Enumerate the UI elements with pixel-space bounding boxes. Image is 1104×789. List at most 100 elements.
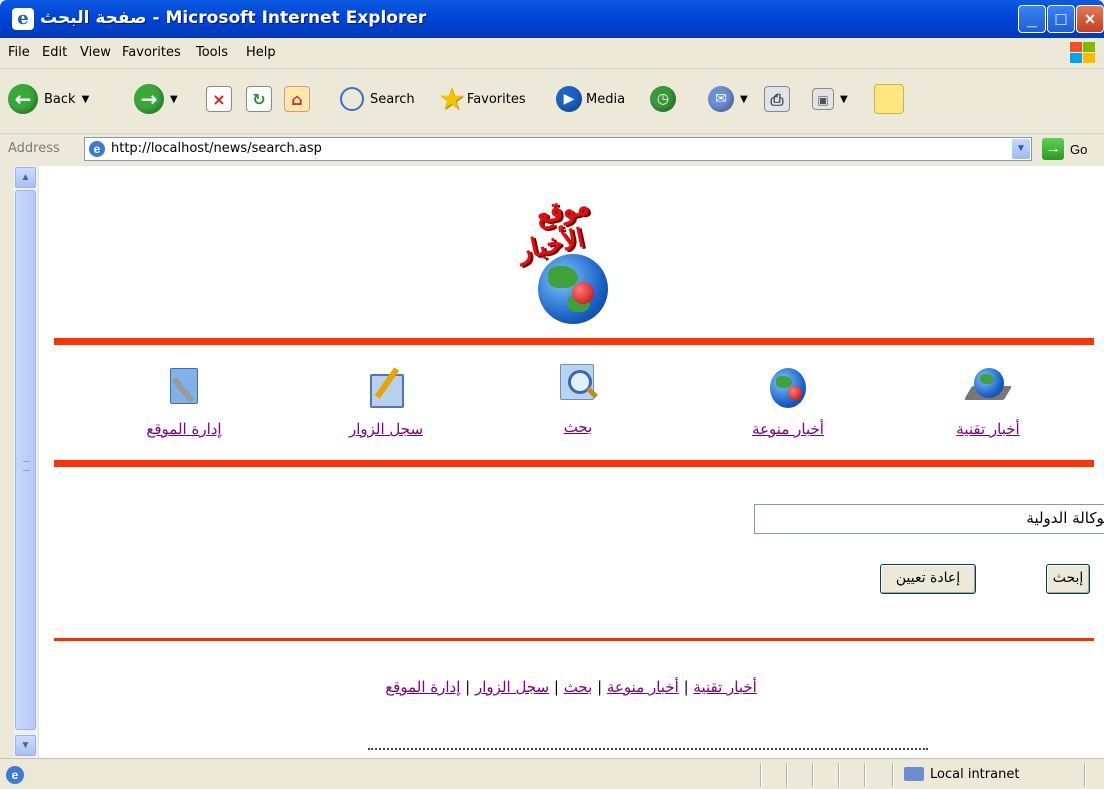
forward-arrow-icon: → [134, 84, 164, 114]
scroll-down-icon[interactable]: ▼ [15, 735, 36, 756]
forward-button[interactable]: → ▼ [134, 79, 178, 119]
vertical-scrollbar[interactable]: ▲ ▼ [14, 166, 39, 758]
windows-logo-icon [1068, 41, 1098, 65]
address-input[interactable]: e http://localhost/news/search.asp ▼ [84, 137, 1032, 161]
nav-search[interactable]: بحث [508, 364, 648, 436]
footer-separator: | [465, 678, 471, 696]
back-dropdown-icon[interactable]: ▼ [82, 94, 90, 105]
nav-tech-news-link[interactable]: أخبار تقنية [918, 420, 1058, 438]
media-icon: ▶ [556, 86, 582, 112]
forward-dropdown-icon[interactable]: ▼ [170, 94, 178, 105]
favorites-label: Favorites [466, 91, 526, 107]
refresh-button[interactable]: ↻ [246, 79, 272, 119]
standard-toolbar: ← Back ▼ → ▼ × ↻ ⌂ Search ★ Favorites ▶ … [0, 69, 1104, 134]
maximize-button[interactable]: □ [1047, 5, 1075, 33]
home-button[interactable]: ⌂ [284, 79, 310, 119]
footer-nav: أخبار تقنية | أخبار منوعة | بحث | سجل ال… [38, 678, 1104, 696]
go-arrow-icon[interactable]: → [1042, 138, 1064, 160]
logo-text-line1: موقع [533, 190, 593, 232]
nav-misc-news-link[interactable]: أخبار منوعة [718, 420, 858, 438]
tech-globe-icon [963, 366, 1013, 410]
nav-misc-news[interactable]: أخبار منوعة [718, 366, 858, 438]
misc-globe-icon [766, 366, 810, 410]
stop-icon: × [206, 86, 232, 112]
back-arrow-icon: ← [8, 84, 38, 114]
nav-tech-news[interactable]: أخبار تقنية [918, 366, 1058, 438]
page-status-icon: e [6, 766, 24, 784]
web-page: موقع الأخبار أخبار تقنية أخبار منوعة بحث… [38, 166, 1104, 758]
header-divider [54, 338, 1094, 345]
scroll-up-icon[interactable]: ▲ [15, 167, 36, 188]
search-icon [340, 87, 364, 111]
print-icon: ⎙ [764, 86, 790, 112]
media-label: Media [586, 91, 626, 107]
favorites-button[interactable]: ★ Favorites [438, 79, 526, 119]
search-input[interactable]: الوكالة الدولية [754, 504, 1104, 534]
footer-text-cut-off [368, 744, 928, 752]
browser-window: e صفحة البحث - Microsoft Internet Explor… [0, 0, 1104, 789]
edit-dropdown-icon[interactable]: ▼ [840, 94, 848, 105]
address-bar: Address e http://localhost/news/search.a… [0, 134, 1104, 164]
page-ie-icon: e [89, 141, 105, 157]
nav-search-link[interactable]: بحث [508, 418, 648, 436]
globe-icon [538, 254, 608, 324]
nav-guestbook-link[interactable]: سجل الزوار [316, 420, 456, 438]
footer-link-tech-news[interactable]: أخبار تقنية [693, 678, 756, 696]
refresh-icon: ↻ [246, 86, 272, 112]
back-label: Back [44, 91, 76, 107]
minimize-button[interactable]: _ [1018, 5, 1046, 33]
menu-favorites[interactable]: Favorites [122, 45, 181, 60]
go-button[interactable]: Go [1070, 142, 1087, 157]
reset-button[interactable]: إعادة تعيين [880, 564, 976, 594]
menu-bar: File Edit View Favorites Tools Help [0, 38, 1104, 69]
address-dropdown-icon[interactable]: ▼ [1012, 139, 1030, 159]
local-intranet-icon [904, 767, 924, 781]
ie-icon[interactable]: e [12, 8, 34, 30]
security-zone-label: Local intranet [930, 767, 1020, 782]
guestbook-icon [364, 366, 408, 410]
form-divider [54, 638, 1094, 641]
nav-admin[interactable]: إدارة الموقع [114, 366, 254, 438]
site-logo: موقع الأخبار [486, 190, 656, 326]
address-label: Address [8, 141, 60, 156]
menu-edit[interactable]: Edit [42, 45, 67, 60]
footer-link-admin[interactable]: إدارة الموقع [385, 678, 460, 696]
history-button[interactable]: ◷ [650, 79, 676, 119]
footer-link-guestbook[interactable]: سجل الزوار [475, 678, 549, 696]
footer-link-search[interactable]: بحث [564, 678, 593, 696]
title-bar[interactable]: e صفحة البحث - Microsoft Internet Explor… [0, 0, 1104, 38]
page-viewport: ▲ ▼ موقع الأخبار أخبار تقنية أخبار منوعة… [14, 166, 1104, 758]
menu-file[interactable]: File [8, 45, 30, 60]
nav-guestbook[interactable]: سجل الزوار [316, 366, 456, 438]
edit-button[interactable]: ▣ ▼ [812, 79, 848, 119]
nav-admin-link[interactable]: إدارة الموقع [114, 420, 254, 438]
media-button[interactable]: ▶ Media [556, 79, 625, 119]
close-button[interactable]: × [1076, 5, 1104, 33]
address-url[interactable]: http://localhost/news/search.asp [111, 141, 322, 156]
search-label: Search [370, 91, 415, 107]
mail-dropdown-icon[interactable]: ▼ [740, 94, 748, 105]
menu-tools[interactable]: Tools [196, 45, 228, 60]
menu-view[interactable]: View [80, 45, 111, 60]
favorites-star-icon: ★ [438, 81, 465, 117]
back-button[interactable]: ← Back ▼ [8, 79, 89, 119]
nav-divider [54, 460, 1094, 467]
print-button[interactable]: ⎙ [764, 79, 790, 119]
history-icon: ◷ [650, 86, 676, 112]
footer-separator: | [683, 678, 689, 696]
search-button[interactable]: Search [340, 79, 415, 119]
status-bar: e Local intranet [0, 758, 1104, 789]
submit-search-button[interactable]: إبحث [1046, 564, 1090, 594]
scroll-thumb[interactable] [15, 190, 36, 730]
mail-button[interactable]: ✉ ▼ [708, 79, 748, 119]
footer-separator: | [597, 678, 603, 696]
footer-link-misc-news[interactable]: أخبار منوعة [607, 678, 679, 696]
messenger-button[interactable] [874, 79, 904, 119]
menu-help[interactable]: Help [246, 45, 276, 60]
home-icon: ⌂ [284, 86, 310, 112]
edit-page-icon: ▣ [812, 88, 834, 110]
magnifier-icon [556, 364, 600, 408]
admin-tools-icon [162, 366, 206, 410]
footer-separator: | [553, 678, 559, 696]
stop-button[interactable]: × [206, 79, 232, 119]
